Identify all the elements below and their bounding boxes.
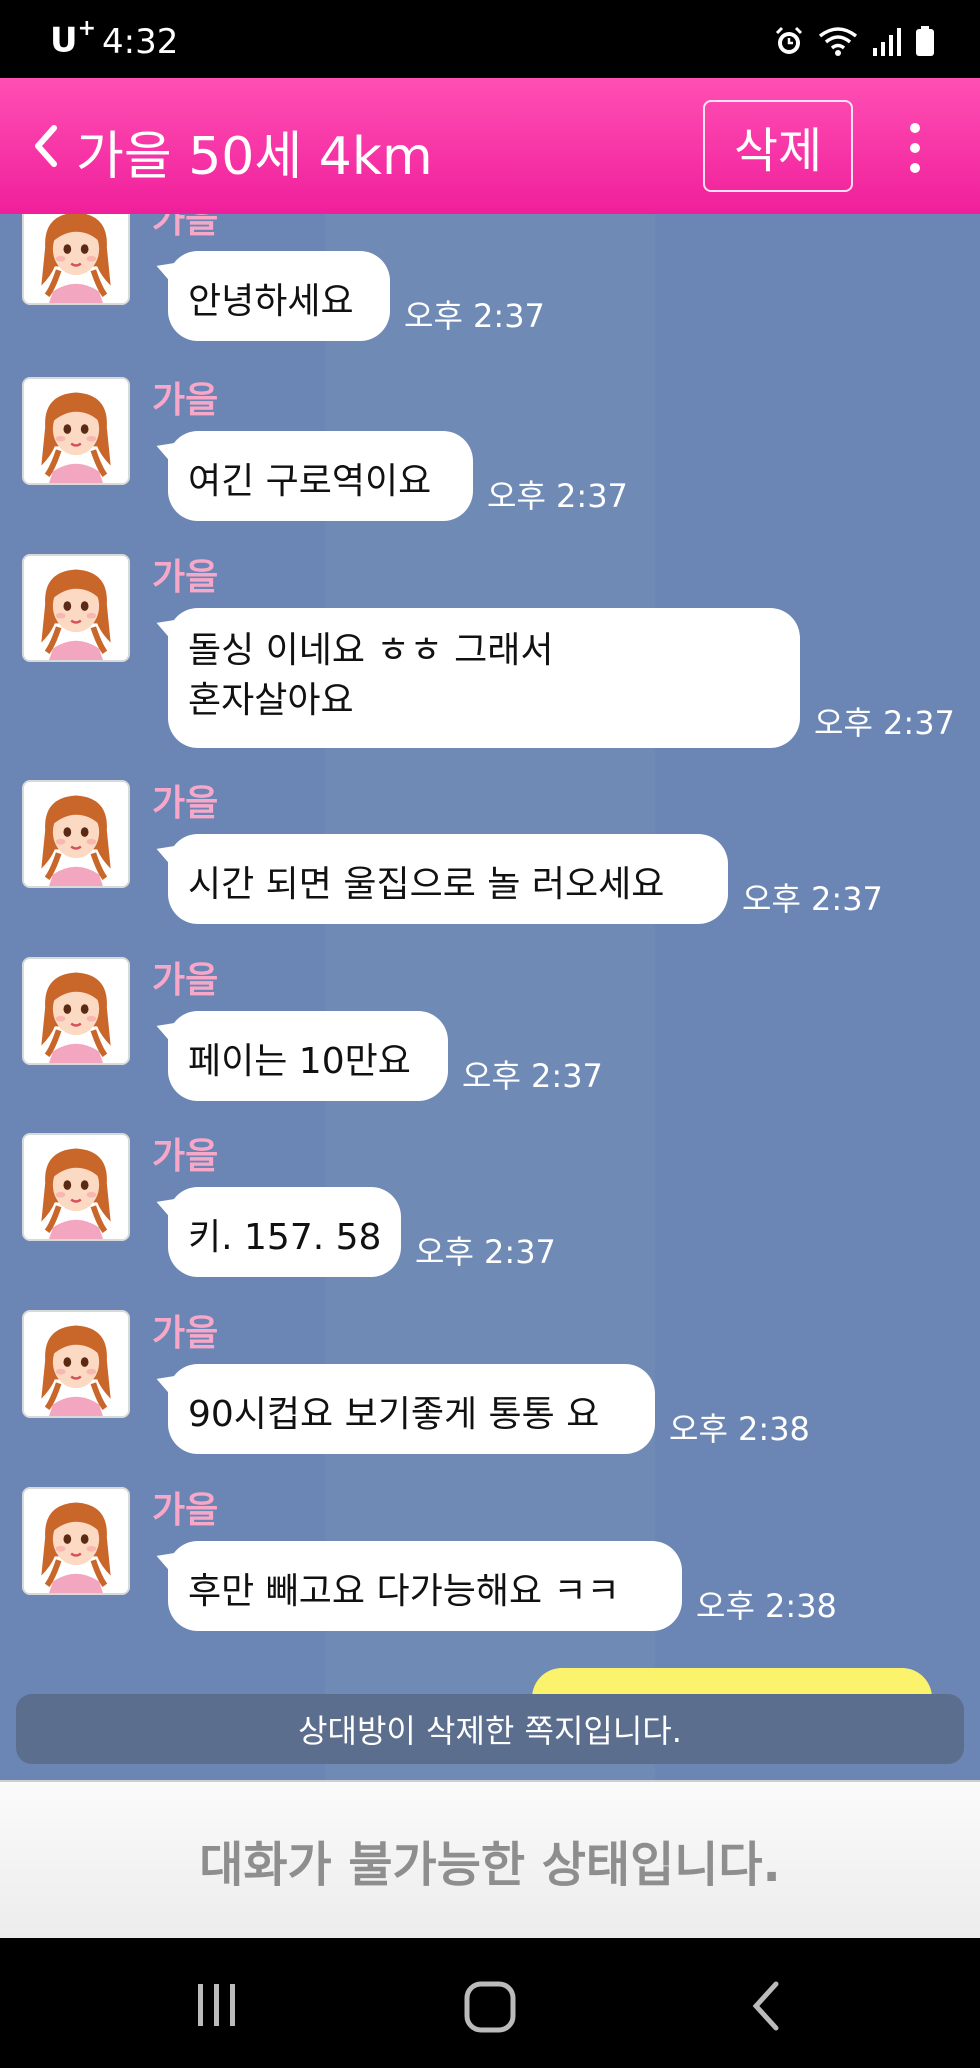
system-nav-bar [0,1938,980,2068]
message-row: 가을 90시컵요 보기좋게 통통 요오후 2:38 [0,1310,980,1487]
sender-name: 가을 [152,214,219,241]
message-bubble[interactable]: 90시컵요 보기좋게 통통 요 [168,1364,655,1454]
battery-icon [916,26,934,56]
sender-name: 가을 [152,1490,219,1531]
sender-name: 가을 [152,380,219,421]
avatar[interactable] [22,957,130,1065]
sender-name: 가을 [152,960,219,1001]
avatar[interactable] [22,1487,130,1595]
carrier-label: U+ [50,16,96,61]
back-nav-icon[interactable] [748,1980,784,2032]
message-bubble[interactable]: 여긴 구로역이요 [168,431,473,521]
deleted-message-notice: 상대방이 삭제한 쪽지입니다. [16,1694,964,1764]
message-row: 가을여긴 구로역이요오후 2:37 [0,377,980,554]
chat-unavailable-bar: 대화가 불가능한 상태입니다. [0,1780,980,1938]
message-row: 가을시간 되면 울집으로 놀 러오세요오후 2:37 [0,780,980,957]
status-icons [774,26,934,56]
chat-unavailable-text: 대화가 불가능한 상태입니다. [199,1837,781,1893]
message-time: 오후 2:37 [487,477,628,515]
message-row: 가을페이는 10만요오후 2:37 [0,957,980,1134]
message-row: 가을키. 157. 58 오후 2:37 [0,1133,980,1310]
chat-header: 가을 50세 4km 삭제 [0,78,980,214]
message-time: 오후 2:37 [415,1233,556,1271]
message-row: 가을후만 빼고요 다가능해요 ㅋㅋ 오후 2:38 [0,1487,980,1664]
message-time: 오후 2:38 [669,1410,810,1448]
chat-title: 가을 50세 4km [76,127,433,187]
message-bubble[interactable]: 페이는 10만요 [168,1011,448,1101]
message-row: 가을안녕하세요오후 2:37 [0,214,980,374]
avatar[interactable] [22,214,130,305]
status-bar: U+ 4:32 [0,0,980,78]
chevron-left-icon[interactable] [28,122,64,170]
alarm-icon [775,26,803,54]
sender-name: 가을 [152,783,219,824]
message-time: 오후 2:37 [814,704,955,742]
more-vertical-icon[interactable] [900,118,930,178]
message-bubble[interactable]: 키. 157. 58 [168,1187,401,1277]
message-time: 오후 2:37 [404,297,545,335]
status-time: 4:32 [102,22,179,62]
wifi-icon [818,27,858,56]
carrier-name: U [50,20,78,61]
avatar[interactable] [22,1133,130,1241]
avatar[interactable] [22,554,130,662]
delete-button[interactable]: 삭제 [703,100,853,192]
message-bubble[interactable]: 돌싱 이네요 ㅎㅎ 그래서 혼자살아요 [168,608,800,748]
message-bubble[interactable]: 안녕하세요 [168,251,390,341]
avatar[interactable] [22,377,130,485]
carrier-plus: + [77,16,97,41]
message-bubble[interactable]: 시간 되면 울집으로 놀 러오세요 [168,834,728,924]
sender-name: 가을 [152,1136,219,1177]
message-time: 오후 2:37 [462,1057,603,1095]
signal-icon [873,28,901,56]
message-time: 오후 2:38 [696,1587,837,1625]
avatar[interactable] [22,780,130,888]
recent-apps-icon[interactable] [192,1980,242,2030]
message-bubble[interactable]: 후만 빼고요 다가능해요 ㅋㅋ [168,1541,682,1631]
sender-name: 가을 [152,557,219,598]
message-row: 가을돌싱 이네요 ㅎㅎ 그래서 혼자살아요오후 2:37 [0,554,980,748]
message-time: 오후 2:37 [742,880,883,918]
sender-name: 가을 [152,1313,219,1354]
home-icon[interactable] [463,1980,517,2034]
chat-area[interactable]: 가을 안녕하세요 오후 2:37 가을 여긴 구로역이요 오후 2:37 가을 … [0,214,980,1780]
avatar[interactable] [22,1310,130,1418]
